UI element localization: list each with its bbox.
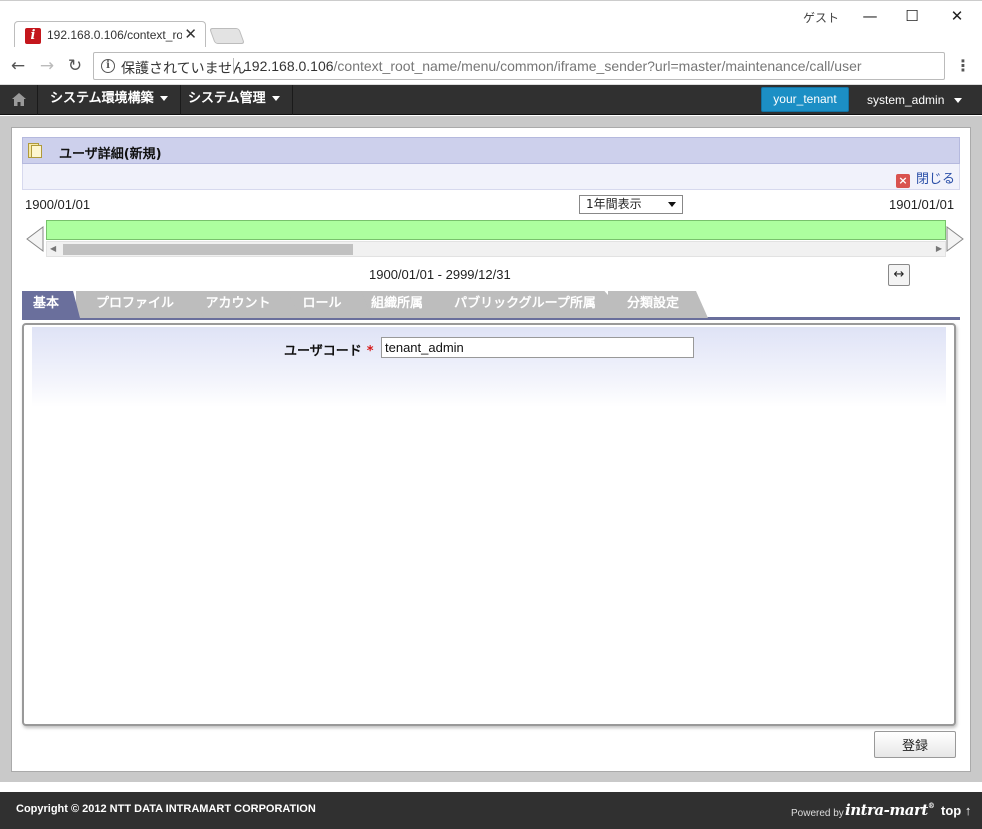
tab-profile[interactable]: プロファイル — [76, 291, 204, 318]
timeline-next-icon[interactable] — [946, 226, 964, 252]
reload-icon[interactable]: ↻ — [64, 55, 86, 77]
period-select[interactable]: 1年間表示 — [579, 195, 683, 214]
page-title-bar: ユーザ詳細(新規) — [22, 137, 960, 164]
required-mark: * — [366, 344, 374, 359]
tab-label: 組織所属 — [370, 296, 423, 311]
page-top-link[interactable]: top ↑ — [941, 803, 971, 818]
forward-icon[interactable]: → — [36, 55, 58, 77]
intramart-favicon-icon: i — [25, 28, 41, 44]
browser-toolbar: ← → ↻ i 保護されていません 192.168.0.106/context_… — [0, 47, 982, 85]
address-separator — [233, 58, 234, 74]
timeline-scrollbar[interactable]: ◀ ▶ — [46, 241, 946, 257]
footer: Copyright © 2012 NTT DATA INTRAMART CORP… — [0, 792, 982, 829]
user-code-input[interactable] — [381, 337, 694, 358]
home-icon — [12, 93, 26, 106]
close-icon: × — [895, 174, 910, 188]
timeline-range: 1900/01/01 - 2999/12/31 — [369, 267, 511, 282]
back-icon[interactable]: ← — [7, 55, 29, 77]
book-icon — [28, 143, 42, 158]
user-menu[interactable]: system_admin — [855, 85, 970, 115]
menu-label: システム管理 — [188, 91, 266, 106]
menu-system-environment[interactable]: システム環境構築 — [38, 85, 181, 115]
tab-public-group[interactable]: パブリックグループ所属 — [432, 291, 628, 318]
new-tab-button[interactable] — [209, 28, 245, 44]
maximize-icon[interactable]: ☐ — [897, 5, 927, 27]
expand-icon[interactable]: ↔ — [888, 264, 910, 286]
tab-account[interactable]: アカウント — [185, 291, 301, 318]
intramart-logo: intra-mart® — [845, 801, 935, 819]
user-name: system_admin — [867, 93, 945, 107]
guest-profile-label[interactable]: ゲスト — [803, 9, 839, 26]
tenant-button[interactable]: your_tenant — [761, 87, 849, 112]
window-close-icon[interactable]: ✕ — [942, 5, 972, 27]
close-tab-icon[interactable]: ✕ — [184, 25, 197, 43]
caret-down-icon — [271, 96, 280, 101]
timeline-prev-icon[interactable] — [26, 226, 44, 252]
scroll-right-icon[interactable]: ▶ — [936, 244, 942, 253]
brand-registered-mark: ® — [927, 801, 935, 810]
timeline-start-date: 1900/01/01 — [25, 197, 91, 212]
app-header: システム環境構築 システム管理 your_tenant system_admin — [0, 85, 982, 115]
browser-tab[interactable]: i 192.168.0.106/context_root_name/menu/c… — [14, 21, 206, 49]
scrollbar-thumb[interactable] — [63, 244, 353, 255]
select-arrow-icon — [668, 202, 676, 207]
user-code-label-text: ユーザコード — [284, 344, 362, 359]
close-button[interactable]: × 閉じる — [895, 168, 955, 188]
tab-label: アカウント — [205, 296, 271, 311]
tab-basic[interactable]: 基本 — [22, 291, 80, 318]
powered-by-text: Powered by — [791, 808, 844, 819]
tab-label: 分類設定 — [626, 296, 679, 311]
home-button[interactable] — [0, 85, 38, 115]
url-path: /context_root_name/menu/common/iframe_se… — [333, 58, 862, 74]
browser-tabstrip: i 192.168.0.106/context_root_name/menu/c… — [0, 0, 982, 49]
register-button[interactable]: 登録 — [874, 731, 956, 758]
browser-menu-icon[interactable]: ⋮ — [955, 56, 971, 76]
url-host: 192.168.0.106 — [244, 58, 334, 74]
tab-label: プロファイル — [95, 296, 174, 311]
caret-down-icon — [159, 96, 168, 101]
tab-label: パブリックグループ所属 — [454, 296, 596, 311]
timeline-end-date: 1901/01/01 — [889, 197, 955, 212]
close-label: 閉じる — [915, 172, 955, 187]
close-row: × 閉じる — [22, 164, 960, 190]
info-icon[interactable]: i — [101, 59, 115, 73]
security-label[interactable]: 保護されていません — [121, 58, 246, 78]
menu-label: システム環境構築 — [50, 91, 154, 106]
scroll-left-icon[interactable]: ◀ — [50, 244, 56, 253]
tab-label: ロール — [302, 296, 342, 311]
page-title: ユーザ詳細(新規) — [59, 147, 162, 162]
copyright-text: Copyright © 2012 NTT DATA INTRAMART CORP… — [16, 803, 316, 815]
form-panel — [22, 323, 956, 726]
caret-down-icon — [954, 98, 963, 104]
tab-title: 192.168.0.106/context_root_name/menu/com… — [47, 28, 182, 42]
minimize-icon[interactable]: — — [855, 5, 885, 27]
address-bar[interactable]: i 保護されていません 192.168.0.106/context_root_n… — [93, 52, 945, 80]
user-code-label: ユーザコード * — [284, 340, 374, 359]
period-select-value: 1年間表示 — [586, 197, 642, 211]
menu-system-management[interactable]: システム管理 — [176, 85, 293, 115]
brand-name: intra-mart — [845, 801, 928, 819]
tab-bar: 基本 プロファイル アカウント ロール 組織所属 パブリックグループ所属 分類設… — [22, 291, 960, 320]
timeline-bar[interactable] — [46, 220, 946, 240]
url-text[interactable]: 192.168.0.106/context_root_name/menu/com… — [244, 58, 862, 74]
tab-label: 基本 — [32, 296, 59, 311]
